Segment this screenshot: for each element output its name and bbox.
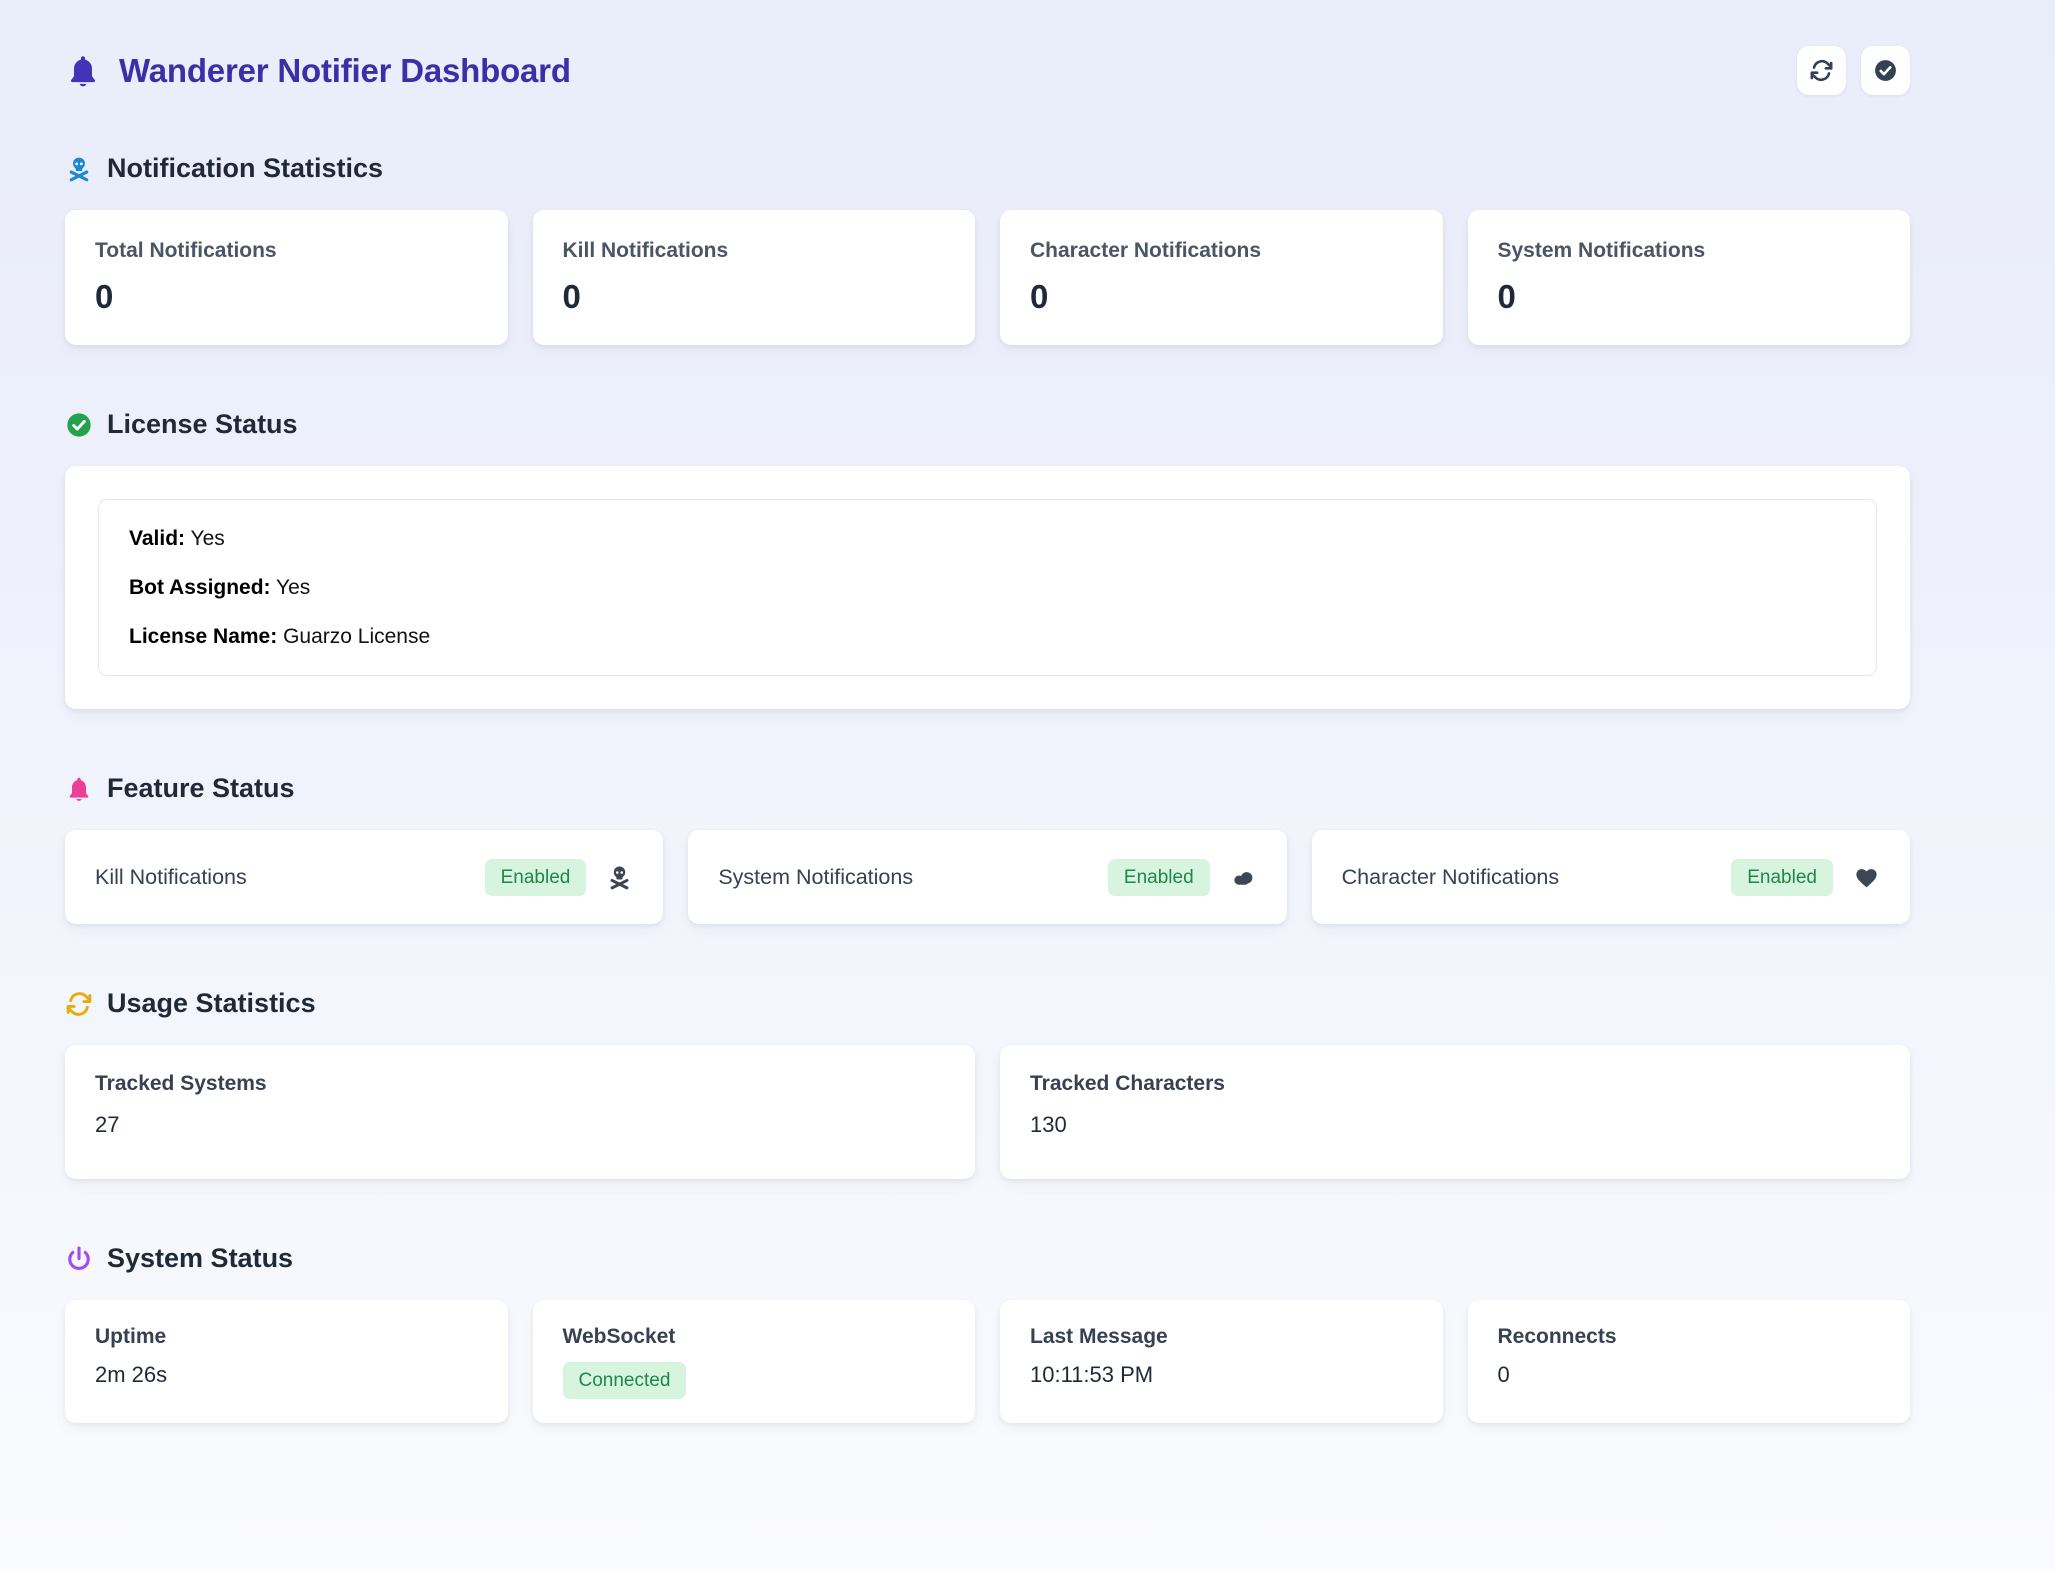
section-system-status: System Status Uptime 2m 26s WebSocket Co… <box>65 1243 1910 1423</box>
cloud-icon <box>1230 864 1257 891</box>
section-title: Feature Status <box>107 773 295 804</box>
section-title: Usage Statistics <box>107 988 316 1019</box>
system-value: 0 <box>1498 1362 1881 1388</box>
section-header: Notification Statistics <box>65 153 1910 184</box>
system-value: 10:11:53 PM <box>1030 1362 1413 1388</box>
license-details-box: Valid: Yes Bot Assigned: Yes License Nam… <box>98 499 1877 676</box>
dashboard-page: Wanderer Notifier Dashboard Notification… <box>65 0 1910 1423</box>
license-bot-assigned-value: Yes <box>276 576 310 599</box>
usage-card-tracked-systems: Tracked Systems 27 <box>65 1045 975 1179</box>
power-icon <box>65 1245 93 1273</box>
license-card: Valid: Yes Bot Assigned: Yes License Nam… <box>65 466 1910 709</box>
stat-card-total-notifications: Total Notifications 0 <box>65 210 508 345</box>
section-license-status: License Status Valid: Yes Bot Assigned: … <box>65 409 1910 709</box>
license-valid-row: Valid: Yes <box>129 527 1846 550</box>
stat-card-system-notifications: System Notifications 0 <box>1468 210 1911 345</box>
check-circle-icon <box>65 411 93 439</box>
license-name-row: License Name: Guarzo License <box>129 625 1846 648</box>
license-valid-label: Valid: <box>129 527 185 550</box>
header-branding: Wanderer Notifier Dashboard <box>65 52 571 90</box>
skull-crossbones-icon <box>65 155 93 183</box>
system-label: Reconnects <box>1498 1325 1881 1349</box>
stat-value: 0 <box>1498 278 1881 316</box>
stat-label: Character Notifications <box>1030 239 1413 263</box>
stat-label: Kill Notifications <box>563 239 946 263</box>
usage-card-tracked-characters: Tracked Characters 130 <box>1000 1045 1910 1179</box>
system-card-reconnects: Reconnects 0 <box>1468 1300 1911 1423</box>
system-label: Uptime <box>95 1325 478 1349</box>
skull-crossbones-icon <box>606 864 633 891</box>
status-badge: Enabled <box>1108 859 1210 896</box>
stat-card-kill-notifications: Kill Notifications 0 <box>533 210 976 345</box>
stat-card-grid: Total Notifications 0 Kill Notifications… <box>65 210 1910 345</box>
license-name-label: License Name: <box>129 625 277 648</box>
stat-card-character-notifications: Character Notifications 0 <box>1000 210 1443 345</box>
system-card-last-message: Last Message 10:11:53 PM <box>1000 1300 1443 1423</box>
bell-icon <box>65 53 101 89</box>
system-label: Last Message <box>1030 1325 1413 1349</box>
license-valid-value: Yes <box>191 527 225 550</box>
system-card-websocket: WebSocket Connected <box>533 1300 976 1423</box>
system-value: 2m 26s <box>95 1362 478 1388</box>
section-title: System Status <box>107 1243 293 1274</box>
websocket-status-badge: Connected <box>563 1362 687 1399</box>
section-title: License Status <box>107 409 298 440</box>
section-feature-status: Feature Status Kill Notifications Enable… <box>65 773 1910 924</box>
system-card-grid: Uptime 2m 26s WebSocket Connected Last M… <box>65 1300 1910 1423</box>
system-label: WebSocket <box>563 1325 946 1349</box>
section-title: Notification Statistics <box>107 153 383 184</box>
page-header: Wanderer Notifier Dashboard <box>65 46 1910 95</box>
system-card-uptime: Uptime 2m 26s <box>65 1300 508 1423</box>
section-notification-statistics: Notification Statistics Total Notificati… <box>65 153 1910 345</box>
usage-label: Tracked Characters <box>1030 1072 1880 1096</box>
bell-icon <box>65 775 93 803</box>
feature-status-group: Enabled <box>485 859 634 896</box>
license-bot-assigned-row: Bot Assigned: Yes <box>129 576 1846 599</box>
heart-icon <box>1853 864 1880 891</box>
section-header: Feature Status <box>65 773 1910 804</box>
license-name-value: Guarzo License <box>283 625 430 648</box>
stat-value: 0 <box>563 278 946 316</box>
feature-label: Kill Notifications <box>95 865 247 890</box>
section-header: Usage Statistics <box>65 988 1910 1019</box>
feature-card-character-notifications: Character Notifications Enabled <box>1312 830 1910 924</box>
stat-value: 0 <box>95 278 478 316</box>
section-header: System Status <box>65 1243 1910 1274</box>
feature-status-group: Enabled <box>1108 859 1257 896</box>
feature-label: Character Notifications <box>1342 865 1559 890</box>
refresh-icon <box>1809 58 1834 83</box>
status-badge: Enabled <box>485 859 587 896</box>
check-circle-icon <box>1873 58 1898 83</box>
sync-icon <box>65 990 93 1018</box>
page-title: Wanderer Notifier Dashboard <box>119 52 571 90</box>
section-header: License Status <box>65 409 1910 440</box>
feature-card-kill-notifications: Kill Notifications Enabled <box>65 830 663 924</box>
license-bot-assigned-label: Bot Assigned: <box>129 576 271 599</box>
refresh-button[interactable] <box>1797 46 1846 95</box>
usage-label: Tracked Systems <box>95 1072 945 1096</box>
status-check-button[interactable] <box>1861 46 1910 95</box>
section-usage-statistics: Usage Statistics Tracked Systems 27 Trac… <box>65 988 1910 1179</box>
header-actions <box>1797 46 1910 95</box>
feature-card-grid: Kill Notifications Enabled System Notifi… <box>65 830 1910 924</box>
stat-label: Total Notifications <box>95 239 478 263</box>
feature-card-system-notifications: System Notifications Enabled <box>688 830 1286 924</box>
stat-label: System Notifications <box>1498 239 1881 263</box>
feature-label: System Notifications <box>718 865 913 890</box>
status-badge: Enabled <box>1731 859 1833 896</box>
usage-value: 130 <box>1030 1112 1880 1138</box>
feature-status-group: Enabled <box>1731 859 1880 896</box>
usage-card-grid: Tracked Systems 27 Tracked Characters 13… <box>65 1045 1910 1179</box>
usage-value: 27 <box>95 1112 945 1138</box>
stat-value: 0 <box>1030 278 1413 316</box>
